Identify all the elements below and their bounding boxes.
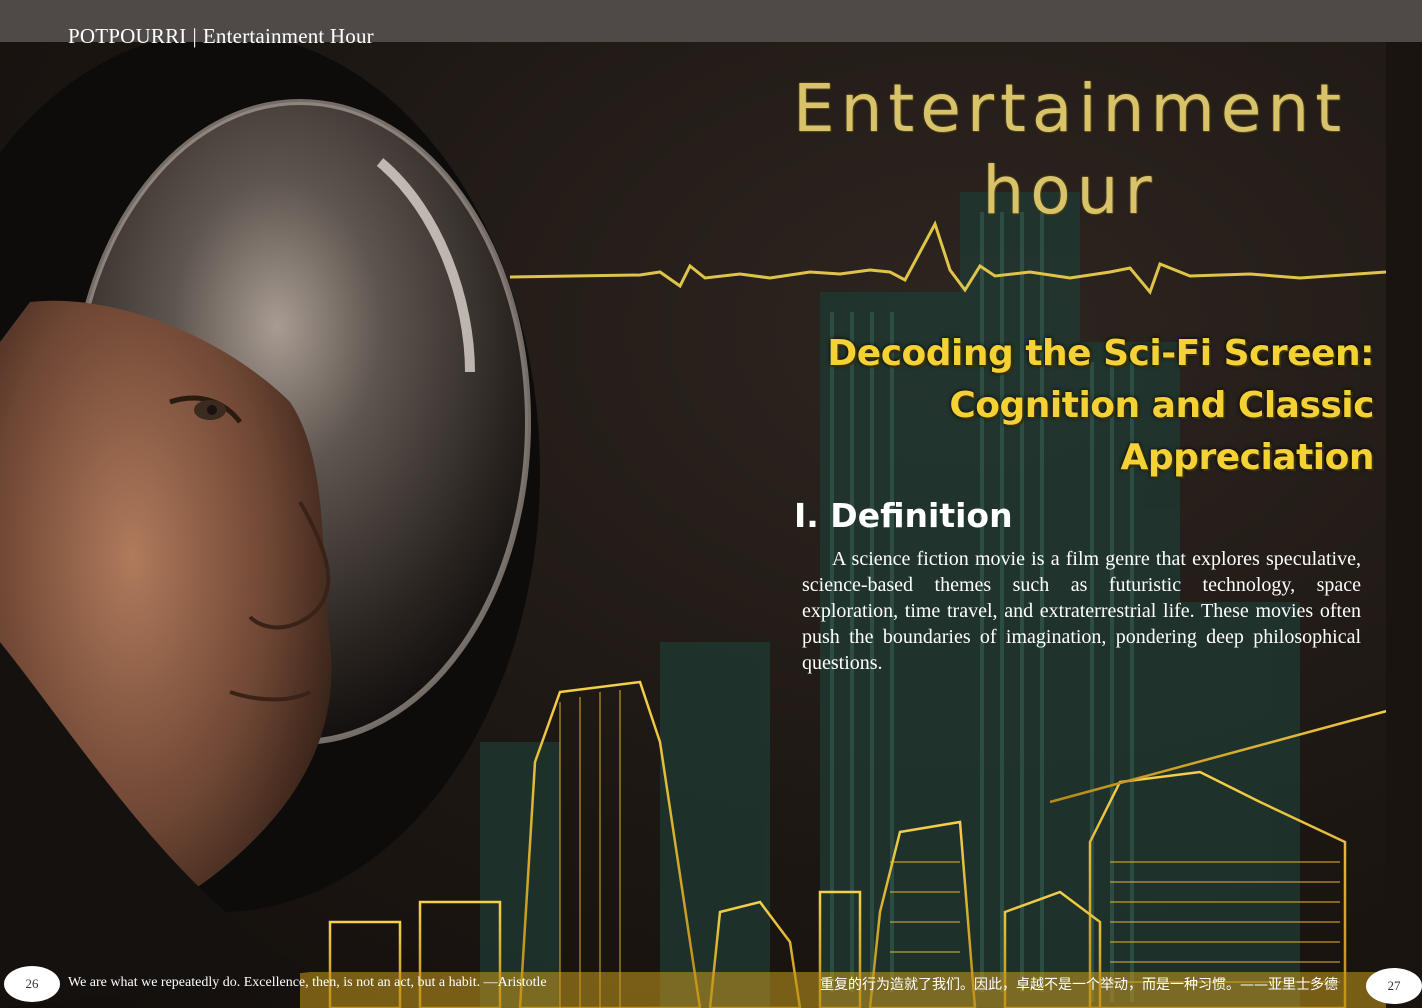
subtitle-line-3: Appreciation [1120, 437, 1375, 478]
page-title-line-1: Entertainment [792, 70, 1348, 147]
footer-quote-english: We are what we repeatedly do. Excellence… [68, 975, 547, 990]
section-body: A science fiction movie is a film genre … [802, 548, 1361, 674]
running-header: POTPOURRI | Entertainment Hour [68, 24, 374, 49]
page-number-left: 26 [4, 966, 60, 1002]
page-number-right: 27 [1366, 968, 1422, 1004]
footer-quote-chinese: 重复的行为造就了我们。因此，卓越不是一个举动，而是一种习惯。——亚里士多德 [820, 977, 1338, 993]
article-subtitle: Decoding the Sci-Fi Screen: Cognition an… [754, 328, 1374, 484]
page-title: Entertainment hour [740, 68, 1400, 232]
heartbeat-line [510, 220, 1386, 295]
section-heading: I. Definition [794, 496, 1013, 535]
astronaut-portrait [0, 42, 540, 1008]
magazine-spread: POTPOURRI | Entertainment Hour Entertainme… [0, 0, 1422, 1008]
header-section: POTPOURRI [68, 24, 187, 48]
header-separator: | [192, 24, 197, 48]
header-column: Entertainment Hour [202, 24, 374, 48]
subtitle-line-2: Cognition and Classic [949, 385, 1374, 426]
subtitle-line-1: Decoding the Sci-Fi Screen: [827, 333, 1374, 374]
